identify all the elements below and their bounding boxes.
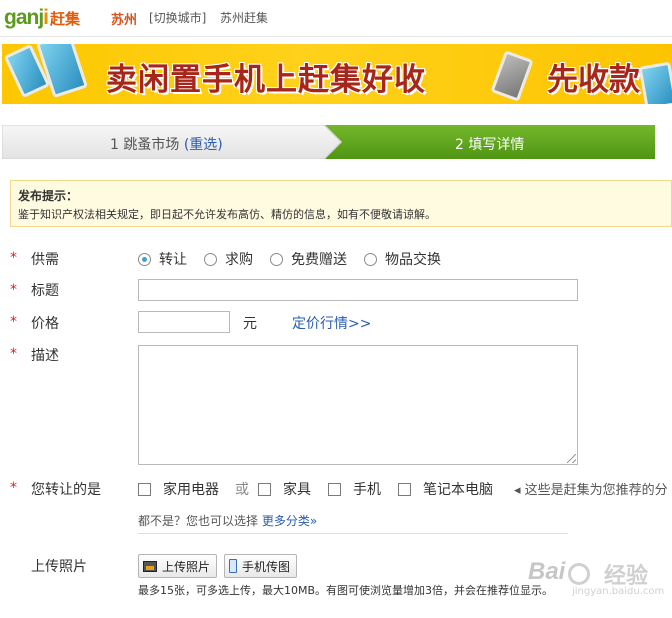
step-2-label: 填写详情: [468, 137, 525, 153]
checkbox-label: 笔记本电脑: [423, 482, 493, 498]
caret-left-icon: ◂: [514, 483, 521, 498]
divider: [138, 533, 568, 534]
title-input[interactable]: [138, 279, 578, 301]
upload-label: 上传照片: [31, 559, 87, 575]
watermark-brand: Bai: [528, 558, 566, 585]
radio-label: 物品交换: [385, 252, 441, 268]
category-or: 或: [235, 482, 249, 498]
description-textarea[interactable]: [138, 345, 578, 465]
category-hint: ◂ 这些是赶集为您推荐的分: [514, 479, 668, 498]
required-mark: *: [10, 314, 17, 330]
checkbox-label: 手机: [353, 482, 381, 498]
checkbox-icon[interactable]: [258, 482, 271, 496]
radio-icon[interactable]: [364, 252, 377, 266]
more-categories: 都不是？您也可以选择 更多分类»: [138, 512, 317, 529]
watermark-url: jingyan.baidu.com: [572, 586, 665, 597]
banner-headline-2: 先收款: [547, 62, 640, 98]
notice-body: 鉴于知识产权法相关规定，即日起不允许发布高仿、精仿的信息，如有不便敬请谅解。: [18, 208, 436, 221]
radio-free[interactable]: 免费赠送: [270, 249, 347, 269]
required-mark: *: [10, 346, 17, 362]
phone-image: [638, 61, 672, 104]
required-mark: *: [10, 282, 17, 298]
step-2-text: 2 填写详情: [455, 134, 524, 154]
category-label: 您转让的是: [31, 482, 101, 498]
resize-grip-icon[interactable]: [567, 454, 576, 463]
step-1: 1 跳蚤市场 (重选): [2, 125, 342, 159]
current-city: 苏州: [111, 13, 138, 28]
price-trend-link[interactable]: 定价行情>>: [292, 313, 371, 333]
checkbox-icon[interactable]: [328, 482, 341, 496]
required-mark: *: [10, 250, 17, 266]
logo-latin: ganji: [4, 6, 49, 29]
more-categories-link[interactable]: 更多分类»: [262, 514, 317, 528]
checkbox-label: 家具: [283, 482, 311, 498]
supply-label: 供需: [31, 252, 59, 268]
photo-icon: [143, 560, 157, 572]
more-prefix: 都不是？您也可以选择: [138, 514, 259, 528]
radio-icon[interactable]: [270, 252, 283, 266]
phone-upload-button[interactable]: 手机传图: [224, 554, 298, 578]
step-1-number: 1: [110, 137, 119, 153]
banner-headline: 卖闲置手机上赶集好收: [106, 62, 426, 98]
step-1-label: 跳蚤市场: [123, 137, 180, 153]
upload-note: 最多15张，可多选上传，最大10MB。有图可使浏览量增加3倍，并会在推荐位显示。: [138, 584, 554, 597]
checkbox-icon[interactable]: [138, 482, 151, 496]
radio-exchange[interactable]: 物品交换: [364, 249, 441, 269]
checkbox-icon[interactable]: [398, 482, 411, 496]
required-mark: *: [10, 480, 17, 496]
radio-transfer[interactable]: 转让: [138, 249, 187, 269]
radio-label: 求购: [225, 252, 253, 268]
top-bar: ganji 赶集 苏州 [切换城市] 苏州赶集: [0, 0, 672, 37]
mobile-phone-icon: [229, 559, 237, 573]
price-input[interactable]: [138, 311, 230, 333]
ganji-logo[interactable]: ganji 赶集: [4, 4, 80, 32]
reselect-link[interactable]: (重选): [184, 137, 223, 153]
upload-photo-label: 上传照片: [162, 559, 211, 574]
price-unit: 元: [243, 316, 257, 332]
price-label: 价格: [31, 316, 59, 332]
category-laptop[interactable]: 笔记本电脑: [398, 479, 493, 499]
baidu-jingyan-watermark: Bai 经验 jingyan.baidu.com: [528, 553, 672, 608]
desc-label: 描述: [31, 348, 59, 364]
logo-i: i: [43, 6, 49, 29]
promo-banner[interactable]: 卖闲置手机上赶集好收 先收款: [2, 44, 672, 104]
logo-cn: 赶集: [50, 9, 81, 28]
radio-label: 转让: [159, 252, 187, 268]
step-1-text: 1 跳蚤市场 (重选): [110, 134, 223, 154]
switch-city-link[interactable]: [切换城市]: [149, 9, 206, 26]
category-phone[interactable]: 手机: [328, 479, 381, 499]
radio-checked-icon[interactable]: [138, 252, 151, 266]
publish-notice: 发布提示： 鉴于知识产权法相关规定，即日起不允许发布高仿、精仿的信息，如有不便敬…: [10, 180, 672, 227]
site-name-link[interactable]: 苏州赶集: [220, 9, 268, 26]
step-2-number: 2: [455, 137, 464, 153]
radio-icon[interactable]: [204, 252, 217, 266]
checkbox-label: 家用电器: [163, 482, 219, 498]
title-label: 标题: [31, 283, 59, 299]
step-2: 2 填写详情: [325, 125, 655, 159]
category-appliance[interactable]: 家用电器: [138, 479, 219, 499]
radio-buy[interactable]: 求购: [204, 249, 253, 269]
upload-photo-button[interactable]: 上传照片: [138, 554, 218, 578]
radio-label: 免费赠送: [291, 252, 347, 268]
notice-title: 发布提示：: [18, 189, 79, 203]
phone-upload-label: 手机传图: [242, 559, 291, 574]
category-hint-text: 这些是赶集为您推荐的分: [524, 483, 668, 498]
paw-icon: [568, 563, 590, 585]
category-furniture[interactable]: 家具: [258, 479, 311, 499]
phone-image: [490, 50, 534, 102]
